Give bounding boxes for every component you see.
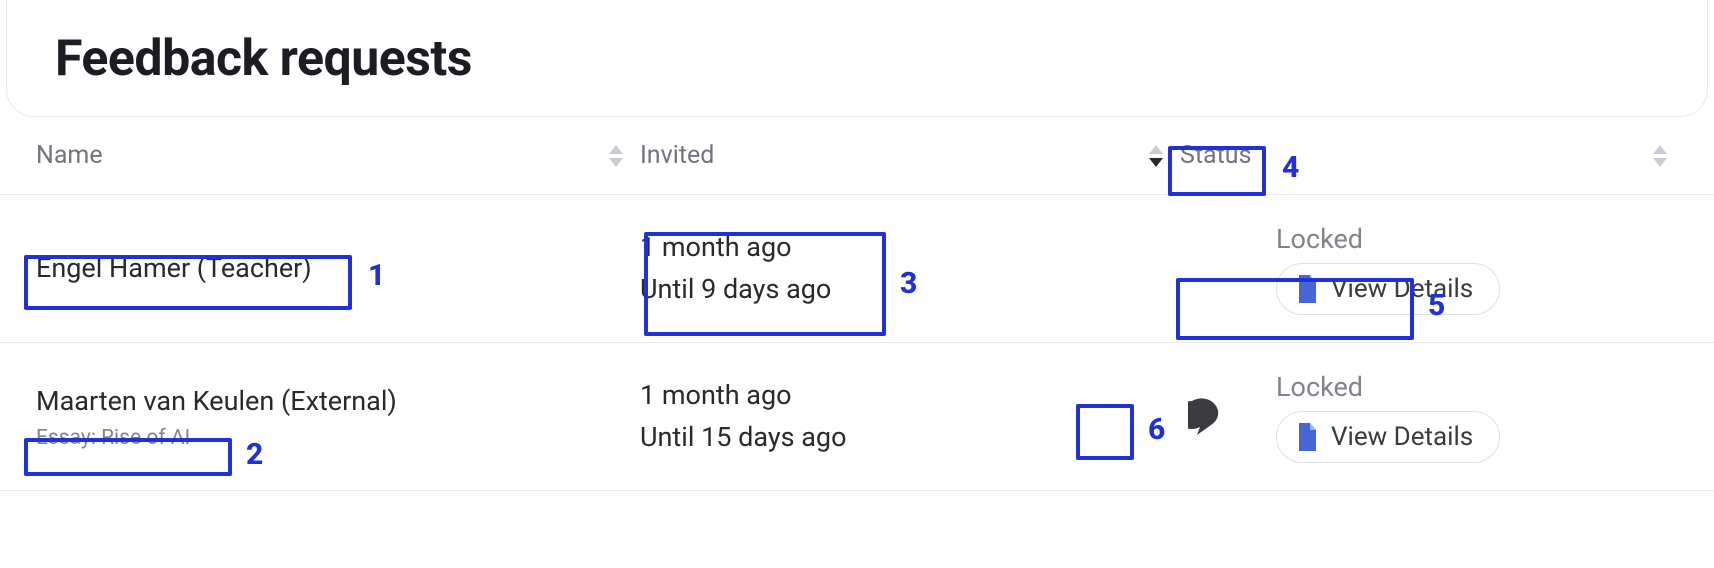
page-title: Feedback requests [55, 30, 1659, 88]
view-details-button[interactable]: View Details [1276, 411, 1500, 463]
row-status: Locked [1276, 371, 1500, 403]
sort-icon [1650, 145, 1668, 167]
row-status: Locked [1276, 223, 1500, 255]
view-details-label: View Details [1331, 274, 1473, 304]
row-invited-since: 1 month ago [640, 227, 831, 269]
row-invited-since: 1 month ago [640, 375, 847, 417]
column-header-status-label: Status [1180, 141, 1251, 170]
column-header-invited-label: Invited [640, 141, 714, 170]
column-header-status[interactable]: Status [1180, 141, 1684, 170]
row-subtitle: Essay: Rise of AI [36, 426, 397, 450]
row-invited-until: Until 9 days ago [640, 269, 831, 311]
row-invited-until: Until 15 days ago [640, 417, 847, 459]
sort-icon [1146, 145, 1164, 167]
view-details-label: View Details [1331, 422, 1473, 452]
comment-icon[interactable] [1188, 397, 1232, 437]
document-icon [1295, 275, 1317, 303]
page-header: Feedback requests [6, 0, 1708, 117]
row-name: Engel Hamer (Teacher) [36, 250, 312, 286]
column-header-name[interactable]: Name [36, 141, 640, 170]
table-row: Engel Hamer (Teacher) 1 month agoUntil 9 … [0, 195, 1714, 343]
column-header-invited[interactable]: Invited [640, 141, 1180, 170]
sort-icon [606, 145, 624, 167]
view-details-button[interactable]: View Details [1276, 263, 1500, 315]
table-row: Maarten van Keulen (External) Essay: Rise… [0, 343, 1714, 491]
row-name: Maarten van Keulen (External) [36, 383, 397, 419]
feedback-table: Name Invited Status [0, 117, 1714, 491]
column-header-name-label: Name [36, 141, 103, 170]
table-header-row: Name Invited Status [0, 117, 1714, 195]
document-icon [1295, 423, 1317, 451]
